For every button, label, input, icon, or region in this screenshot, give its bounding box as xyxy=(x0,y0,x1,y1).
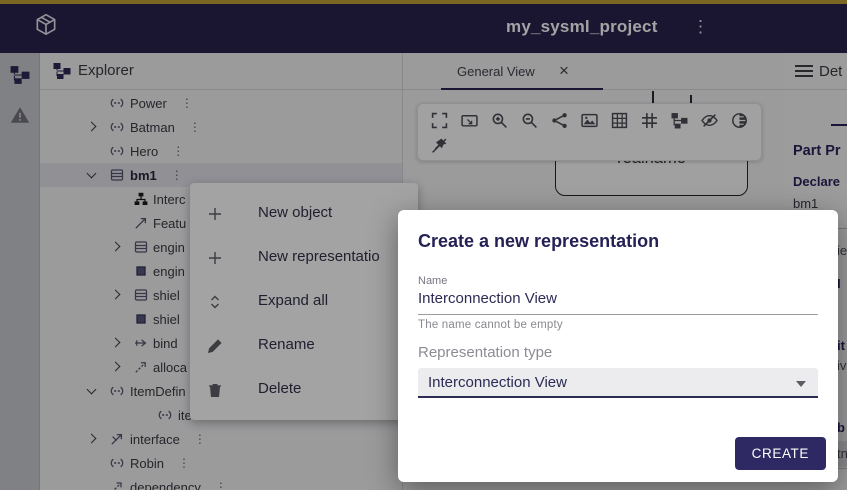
dialog-title: Create a new representation xyxy=(418,210,818,252)
chevron-down-icon xyxy=(796,381,806,387)
selected-type-value: Interconnection View xyxy=(428,374,567,391)
name-helper-text: The name cannot be empty xyxy=(418,319,818,331)
representation-type-select[interactable]: Interconnection View xyxy=(418,368,818,398)
create-representation-dialog: Create a new representation Name Interco… xyxy=(398,210,838,482)
name-input[interactable]: Interconnection View xyxy=(418,290,818,315)
create-button[interactable]: CREATE xyxy=(735,437,826,470)
application-window: my_sysml_project ⋮ Explorer Power⋮Batman… xyxy=(0,0,847,490)
name-field-label: Name xyxy=(418,275,818,287)
type-field-label: Representation type xyxy=(418,344,818,361)
